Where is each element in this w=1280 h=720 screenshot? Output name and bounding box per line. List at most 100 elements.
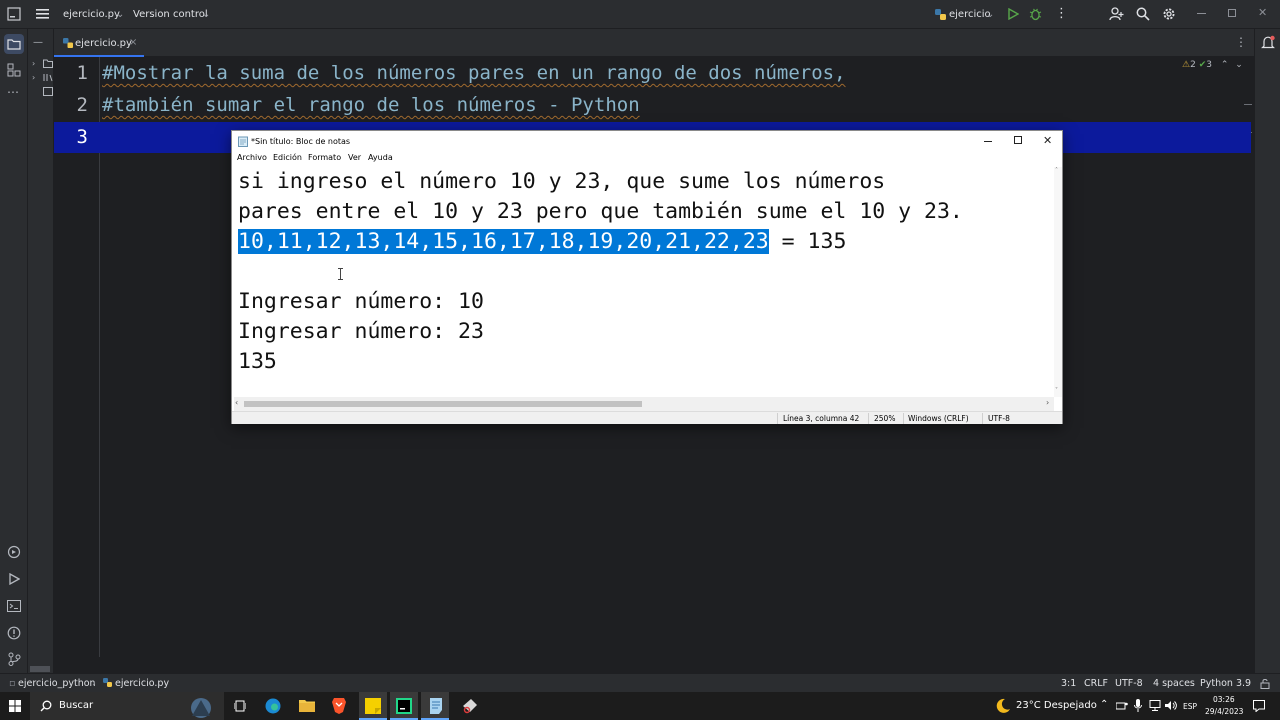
sticky-notes-app[interactable] [359,692,387,720]
scrollbar-thumb[interactable] [244,401,642,407]
file-encoding[interactable]: UTF-8 [1115,678,1143,689]
menu-edicion[interactable]: Edición [273,153,302,162]
chevron-up-icon[interactable]: ⌃ [1221,60,1229,70]
search-icon [40,700,52,712]
indent-setting[interactable]: 4 spaces [1153,678,1195,689]
weather-info[interactable]: 23°C Despejado [1016,700,1097,711]
clock-date[interactable]: 29/4/2023 [1205,707,1243,716]
notepad-icon [428,698,442,714]
microphone-icon[interactable] [1134,699,1142,712]
project-selector[interactable]: ejercicio.py [63,9,120,20]
notifications-icon[interactable] [1261,35,1275,50]
breadcrumb-file[interactable]: ejercicio.py [115,678,169,689]
text-line: pares entre el 10 y 23 pero que también … [238,199,963,224]
notepad-status-bar: Línea 3, columna 42 250% Windows (CRLF) … [232,411,1062,424]
run-icon[interactable] [1007,8,1019,20]
close-icon[interactable]: ✕ [1043,134,1052,147]
maximize-icon[interactable] [1014,136,1022,144]
python-interpreter[interactable]: Python 3.9 [1200,678,1251,689]
minimize-icon[interactable] [984,141,992,142]
project-panel: — › › [28,29,54,673]
notepad-app[interactable] [421,692,449,720]
git-icon[interactable] [7,652,21,666]
menu-ver[interactable]: Ver [348,153,361,162]
search-highlight-icon [180,694,222,718]
python-packages-icon[interactable] [7,545,21,559]
divider [982,413,983,424]
folder-icon [43,59,53,68]
zoom-level: 250% [874,414,896,423]
menu-formato[interactable]: Formato [308,153,341,162]
close-tab-icon[interactable]: × [129,37,137,48]
search-box[interactable]: Buscar [30,692,224,720]
breadcrumb-project[interactable]: ejercicio_python [18,678,96,689]
language-indicator[interactable]: ESP [1183,702,1197,711]
scroll-left-icon[interactable]: ‹ [235,398,238,407]
notepad-title-bar[interactable]: *Sin título: Bloc de notas ✕ [232,131,1062,151]
vertical-scrollbar[interactable]: ˄ ˅ [1054,167,1062,397]
python-file-icon [103,678,112,687]
chevron-down-icon: ⌄ [202,9,211,20]
terminal-icon[interactable] [7,600,21,612]
divider [868,413,869,424]
edge-icon[interactable] [265,698,281,714]
expand-arrow-icon[interactable]: › [32,59,35,68]
windows-start-icon[interactable] [9,700,21,712]
gear-icon[interactable] [1162,7,1176,21]
tab-ejercicio-py[interactable]: ejercicio.py × [54,29,144,57]
horizontal-scrollbar[interactable]: ‹ › [234,397,1054,411]
version-control-menu[interactable]: Version control [133,9,208,20]
clock-time[interactable]: 03:26 [1213,695,1235,704]
snipping-tool-icon[interactable] [462,698,478,714]
minimize-icon[interactable] [1197,13,1206,14]
structure-icon[interactable] [7,63,21,77]
main-menu-icon[interactable] [36,8,50,20]
close-icon[interactable]: ✕ [1258,6,1267,19]
code-line-2[interactable]: #también sumar el rango de los números -… [102,94,640,116]
horizontal-scrollbar-thumb[interactable] [30,666,50,672]
network-wired-icon[interactable] [1149,700,1161,711]
ide-status-bar: ▫ ejercicio_python › ejercicio.py 3:1 CR… [0,673,1280,692]
warnings-count: 2 [1190,60,1196,70]
debug-icon[interactable] [1029,7,1042,21]
tool-window-strip-right [1254,29,1280,673]
collapse-icon[interactable]: — [33,37,43,48]
brave-icon[interactable] [332,697,346,714]
show-hidden-icons[interactable]: ⌃ [1100,699,1108,710]
run-configuration-selector[interactable]: ejercicio [949,9,991,20]
sticky-notes-icon [365,698,381,714]
ide-title-bar: ejercicio.py ⌄ Version control ⌄ ejercic… [0,0,1280,29]
more-options-icon[interactable]: ⋮ [1055,6,1068,21]
scroll-up-icon[interactable]: ˄ [1055,167,1058,174]
menu-archivo[interactable]: Archivo [237,153,267,162]
line-separator[interactable]: CRLF [1084,678,1108,689]
volume-icon[interactable] [1165,700,1177,711]
add-user-icon[interactable] [1109,7,1124,21]
problems-icon[interactable] [7,626,21,640]
search-icon[interactable] [1136,7,1150,21]
scroll-right-icon[interactable]: › [1046,398,1049,407]
scroll-down-icon[interactable]: ˅ [1055,387,1058,394]
code-line-1[interactable]: #Mostrar la suma de los números pares en… [102,62,846,84]
menu-ayuda[interactable]: Ayuda [368,153,393,162]
chevron-down-icon[interactable]: ⌄ [1235,60,1243,70]
notepad-window[interactable]: *Sin título: Bloc de notas ✕ Archivo Edi… [231,130,1063,424]
run-tool-icon[interactable] [8,573,20,585]
tab-options-icon[interactable]: ⋮ [1235,35,1247,49]
pycharm-app[interactable] [390,692,418,720]
file-explorer-icon[interactable] [299,698,315,712]
inspection-widget[interactable]: ⚠2 ✔3 ⌃ ⌄ [1182,60,1243,70]
caret-position[interactable]: 3:1 [1061,678,1076,689]
more-tools-icon[interactable]: ⋯ [7,85,19,99]
task-view-icon[interactable] [234,700,246,712]
project-tool-button[interactable] [4,34,24,54]
network-icon[interactable] [1116,701,1128,711]
divider [777,413,778,424]
python-file-icon [935,9,946,20]
expand-arrow-icon[interactable]: › [32,73,35,82]
notification-center-icon[interactable] [1253,700,1265,712]
restore-icon[interactable] [1228,9,1236,17]
app-logo-icon[interactable] [7,7,21,21]
notepad-text-area[interactable]: si ingreso el número 10 y 23, que sume l… [238,167,1054,397]
lock-icon[interactable] [1260,678,1270,689]
